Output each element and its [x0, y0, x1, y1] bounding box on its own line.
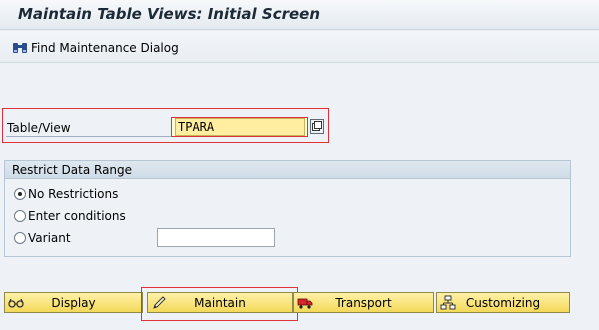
display-label: Display — [51, 295, 96, 310]
find-maintenance-dialog-label: Find Maintenance Dialog — [31, 41, 179, 55]
table-view-field-row: Table/View — [2, 108, 329, 143]
radio-label: No Restrictions — [28, 187, 119, 201]
radio-button[interactable] — [14, 210, 26, 222]
hierarchy-icon — [440, 295, 456, 310]
find-maintenance-dialog-button[interactable]: Find Maintenance Dialog — [12, 39, 179, 57]
customizing-label: Customizing — [465, 295, 541, 310]
truck-icon — [297, 295, 313, 310]
display-button[interactable]: Display — [4, 292, 143, 313]
transport-label: Transport — [335, 295, 392, 310]
title-bar: Maintain Table Views: Initial Screen — [0, 0, 599, 30]
restrict-data-range-group: Restrict Data Range No Restrictions Ente… — [4, 160, 571, 257]
radio-button[interactable] — [14, 232, 26, 244]
group-title: Restrict Data Range — [12, 163, 133, 177]
window-title: Maintain Table Views: Initial Screen — [18, 5, 321, 23]
radio-label: Variant — [28, 231, 71, 245]
group-header: Restrict Data Range — [5, 161, 570, 179]
maintain-label: Maintain — [194, 295, 246, 310]
table-view-input[interactable] — [175, 118, 305, 136]
pencil-icon — [151, 295, 167, 310]
glasses-icon — [8, 295, 24, 310]
customizing-button[interactable]: Customizing — [436, 292, 570, 313]
radio-enter-conditions[interactable]: Enter conditions — [14, 209, 126, 223]
value-help-icon[interactable] — [310, 119, 324, 134]
binoculars-icon — [12, 40, 28, 56]
radio-label: Enter conditions — [28, 209, 126, 223]
application-toolbar: Find Maintenance Dialog — [0, 31, 599, 63]
maintain-button[interactable]: Maintain — [147, 292, 293, 313]
radio-variant[interactable]: Variant — [14, 231, 71, 245]
table-view-input-frame — [171, 117, 308, 137]
transport-button[interactable]: Transport — [293, 292, 434, 313]
table-view-label: Table/View — [7, 121, 71, 135]
radio-button-selected[interactable] — [14, 188, 26, 200]
variant-input[interactable] — [157, 228, 275, 247]
label-underline — [6, 136, 171, 137]
radio-no-restrictions[interactable]: No Restrictions — [14, 187, 118, 201]
